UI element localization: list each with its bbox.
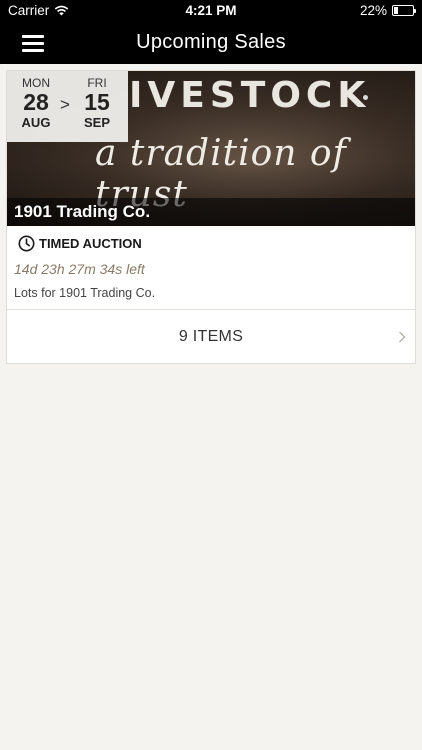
battery-level — [394, 7, 398, 14]
auction-type-label: TIMED AUCTION — [39, 236, 142, 251]
battery-percent: 22% — [359, 3, 387, 18]
sale-date-range: MON 28 AUG > FRI 15 SEP — [7, 71, 128, 142]
auction-type: TIMED AUCTION — [18, 235, 142, 252]
battery-icon — [392, 5, 416, 16]
page-title: Upcoming Sales — [136, 31, 286, 53]
start-weekday: MON — [22, 76, 50, 90]
start-date: MON 28 AUG — [14, 76, 58, 130]
sale-card[interactable]: IVESTOCK a tradition of trust 1901 Tradi… — [6, 70, 416, 364]
end-date: FRI 15 SEP — [75, 76, 119, 130]
items-count-label: 9 ITEMS — [178, 328, 244, 345]
end-weekday: FRI — [87, 76, 107, 90]
sale-banner-image[interactable]: IVESTOCK a tradition of trust 1901 Tradi… — [7, 71, 415, 226]
end-month: SEP — [83, 115, 110, 130]
chevron-right-icon — [399, 331, 406, 343]
countdown-timer: 14d 23h 27m 34s left — [14, 261, 145, 277]
view-items-button[interactable]: 9 ITEMS — [7, 309, 415, 364]
date-separator: > — [60, 95, 70, 114]
banner-logo-text: IVESTOCK — [129, 75, 371, 116]
sale-name: 1901 Trading Co. — [7, 198, 415, 226]
status-bar: Carrier 4:21 PM 22% — [0, 0, 422, 22]
battery-status: 22% — [359, 3, 416, 18]
start-day-number: 28 — [23, 89, 49, 115]
navigation-bar: Upcoming Sales — [0, 22, 422, 64]
clock-time: 4:21 PM — [185, 3, 237, 18]
lots-description: Lots for 1901 Trading Co. — [14, 286, 156, 300]
clock-icon — [18, 235, 35, 252]
end-day-number: 15 — [84, 89, 110, 115]
start-month: AUG — [21, 115, 51, 130]
sale-info: TIMED AUCTION 14d 23h 27m 34s left Lots … — [7, 226, 415, 309]
